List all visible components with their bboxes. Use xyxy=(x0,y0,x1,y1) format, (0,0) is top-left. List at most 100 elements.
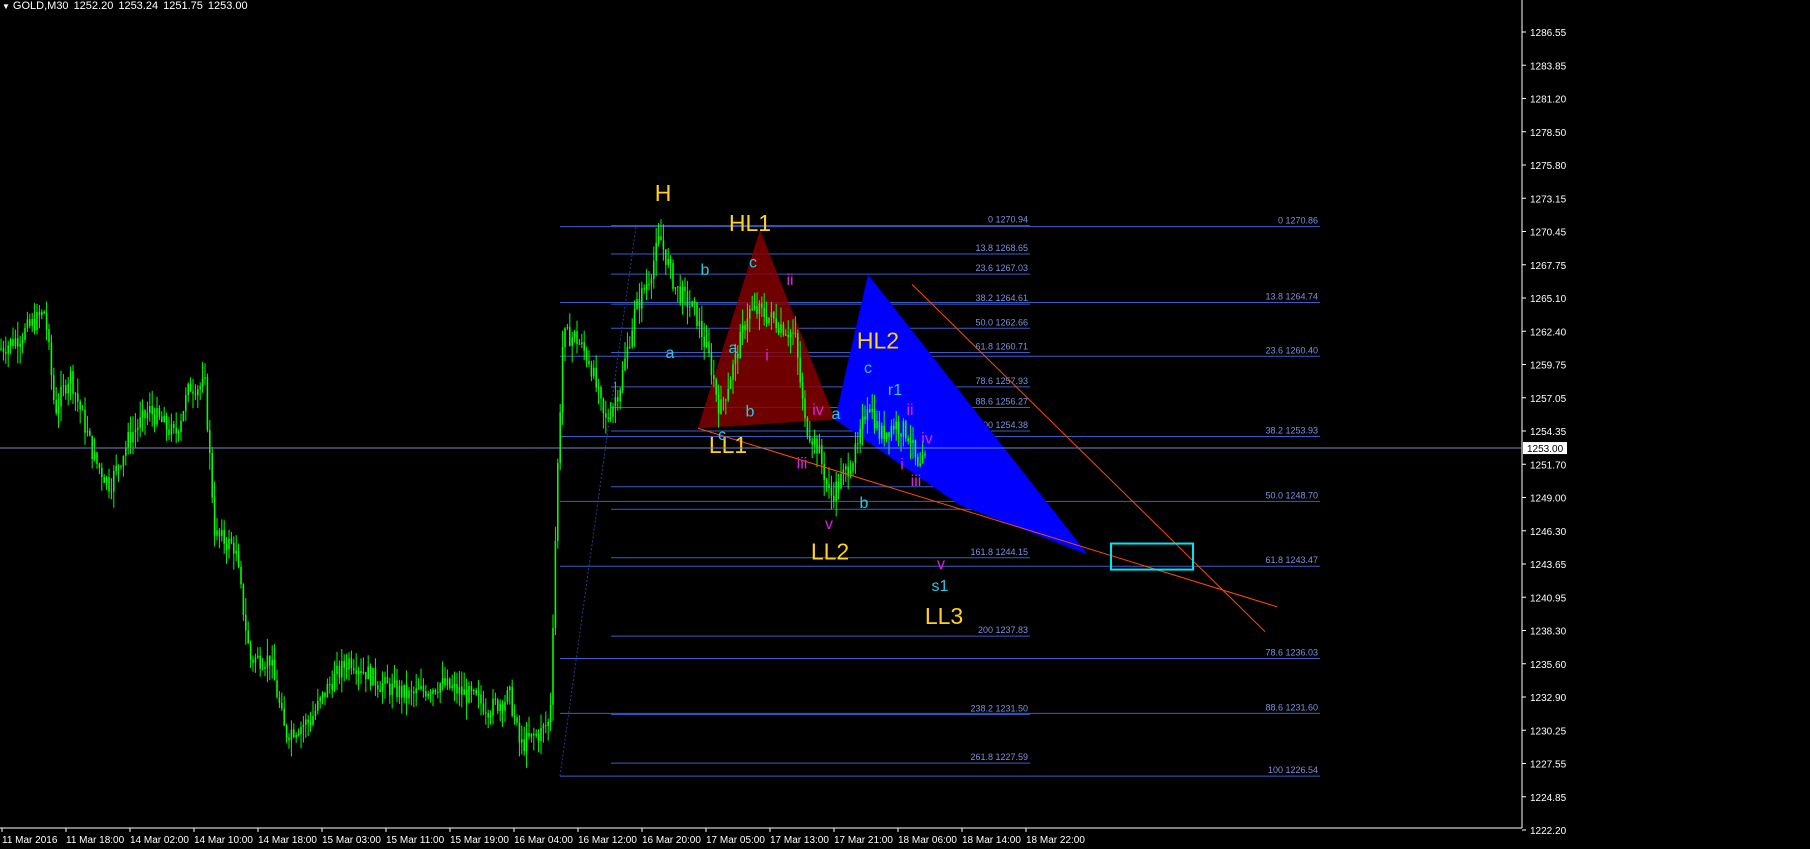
candle-body xyxy=(497,699,499,712)
price-tick-label: 1281.20 xyxy=(1530,95,1567,106)
candle-body xyxy=(170,423,173,435)
candle-body xyxy=(804,398,806,418)
candle-body xyxy=(413,691,415,694)
fib-label-outer: 61.8 1243.47 xyxy=(1265,555,1318,565)
candle-body xyxy=(206,377,209,430)
candle-body xyxy=(900,433,902,437)
candle-body xyxy=(317,700,319,711)
candle-body xyxy=(281,702,283,709)
candle-body xyxy=(662,240,665,250)
candle-body xyxy=(725,399,727,401)
candle-body xyxy=(249,643,252,660)
fib-label: 88.6 1256.27 xyxy=(975,397,1028,407)
candle-body xyxy=(425,691,427,697)
candle-body xyxy=(833,495,835,501)
fib-label-outer: 38.2 1253.93 xyxy=(1265,426,1318,436)
wave-label: v xyxy=(937,556,945,573)
candle-body xyxy=(432,689,434,695)
candle-body xyxy=(26,319,29,329)
candle-body xyxy=(228,538,230,550)
candle-body xyxy=(878,421,881,439)
candle-body xyxy=(890,425,893,438)
candle-body xyxy=(537,734,540,742)
candle-body xyxy=(386,676,389,684)
candle-body xyxy=(81,409,84,411)
fib-label: 13.8 1268.65 xyxy=(975,243,1028,253)
candle-body xyxy=(213,497,216,536)
candle-body xyxy=(242,584,245,615)
candle-body xyxy=(314,710,317,717)
candle-body xyxy=(403,684,405,698)
candle-body xyxy=(727,388,729,400)
candle-body xyxy=(319,697,321,701)
candle-body xyxy=(816,438,818,454)
candle-body xyxy=(888,432,890,438)
candle-body xyxy=(439,683,441,693)
candle-body xyxy=(345,667,348,670)
price-tick-label: 1222.20 xyxy=(1530,826,1567,837)
candle-body xyxy=(614,397,617,407)
candle-body xyxy=(756,306,758,314)
candle-body xyxy=(545,725,547,727)
candle-body xyxy=(866,409,869,420)
candle-body xyxy=(24,328,26,341)
candle-body xyxy=(312,716,314,725)
fib-label-outer: 78.6 1236.03 xyxy=(1265,647,1318,657)
candle-body xyxy=(393,680,396,684)
candle-body xyxy=(132,431,134,443)
dropdown-arrow-icon[interactable]: ▼ xyxy=(2,2,10,11)
price-tick-label: 1238.30 xyxy=(1530,627,1567,638)
candle-body xyxy=(336,665,338,674)
candle-body xyxy=(103,477,105,483)
candle-body xyxy=(893,425,895,430)
candle-body xyxy=(302,724,305,728)
candle-body xyxy=(65,385,67,394)
time-tick-label: 16 Mar 20:00 xyxy=(642,835,701,846)
fib-label-outer: 23.6 1260.40 xyxy=(1265,345,1318,355)
price-tick-label: 1224.85 xyxy=(1530,793,1567,804)
candle-body xyxy=(597,387,600,389)
fib-label: 61.8 1260.71 xyxy=(975,341,1028,351)
candle-body xyxy=(209,429,211,454)
candle-body xyxy=(713,375,715,380)
fib-label: 78.6 1257.93 xyxy=(975,376,1028,386)
candle-body xyxy=(540,727,542,742)
candle-body xyxy=(533,733,535,736)
wave-label: r1 xyxy=(888,382,902,399)
candle-body xyxy=(746,318,749,331)
candle-body xyxy=(657,236,660,243)
candle-body xyxy=(919,463,921,466)
candle-body xyxy=(43,311,45,314)
candle-body xyxy=(840,473,842,489)
candle-body xyxy=(511,686,513,716)
candle-body xyxy=(607,417,609,419)
wave-label: iii xyxy=(797,455,808,472)
candle-body xyxy=(257,655,259,658)
candle-body xyxy=(921,455,924,464)
candle-body xyxy=(333,673,336,691)
candle-body xyxy=(621,370,624,391)
candle-body xyxy=(789,332,792,338)
candle-body xyxy=(48,329,50,343)
candle-body xyxy=(871,409,873,412)
candle-body xyxy=(883,425,885,440)
price-tick-label: 1249.00 xyxy=(1530,494,1567,505)
candle-body xyxy=(679,286,681,303)
candle-body xyxy=(585,350,588,361)
price-tick-label: 1267.75 xyxy=(1530,261,1567,272)
candle-body xyxy=(276,680,278,698)
candle-body xyxy=(57,406,60,414)
price-chart[interactable]: 0 1270.94 13.8 1268.65 23.6 1267.03 38.2 12… xyxy=(0,0,1810,849)
candle-body xyxy=(283,708,285,726)
candle-body xyxy=(530,733,533,737)
candle-body xyxy=(595,367,597,388)
candle-body xyxy=(105,477,108,483)
time-tick-label: 17 Mar 13:00 xyxy=(770,835,829,846)
candle-body xyxy=(650,278,653,285)
candle-body xyxy=(571,337,573,347)
candle-body xyxy=(482,703,485,713)
candle-body xyxy=(897,421,900,434)
candle-body xyxy=(648,284,650,286)
candle-body xyxy=(237,551,240,567)
candle-body xyxy=(221,529,223,536)
